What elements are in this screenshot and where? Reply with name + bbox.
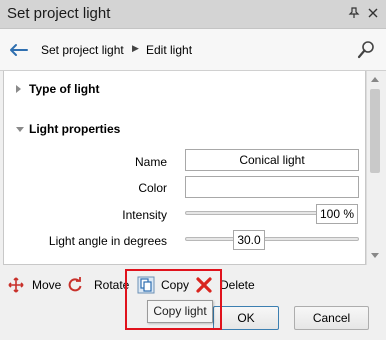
breadcrumb-set-project-light[interactable]: Set project light [41,43,124,57]
scrollbar[interactable] [366,71,383,265]
close-icon[interactable] [366,7,380,21]
color-label: Color [138,181,167,195]
intensity-label: Intensity [122,208,167,222]
move-label: Move [32,278,62,292]
breadcrumb-separator-icon: ▶ [132,43,139,53]
scroll-thumb[interactable] [370,89,380,173]
pin-icon[interactable] [347,7,361,21]
collapse-arrow-icon [16,127,24,132]
move-button[interactable]: Move [6,270,66,300]
expand-arrow-icon [16,85,21,93]
angle-slider[interactable] [185,237,359,241]
properties-panel: Type of light Light properties Name Coni… [3,71,366,265]
rotate-icon [67,277,83,293]
move-arrows-icon [8,277,24,293]
title-bar: Set project light [0,0,386,29]
search-icon[interactable] [356,40,376,60]
scroll-up-icon[interactable] [371,77,379,82]
delete-label: Delete [220,278,255,292]
rotate-button[interactable]: Rotate [66,270,129,300]
back-arrow-icon[interactable] [9,40,29,60]
cancel-button[interactable]: Cancel [294,306,369,330]
window-title: Set project light [7,5,111,22]
ok-button[interactable]: OK [213,306,279,330]
name-label: Name [134,155,167,169]
scroll-down-icon[interactable] [371,253,379,258]
name-field[interactable]: Conical light [185,149,359,171]
angle-value[interactable]: 30.0 [233,230,265,250]
section-title: Type of light [29,82,100,96]
angle-label: Light angle in degrees [48,234,167,248]
section-title: Light properties [29,122,121,136]
copy-tooltip: Copy light [147,300,213,323]
breadcrumb-edit-light: Edit light [146,43,193,57]
navigation-bar: Set project light ▶ Edit light [0,29,386,71]
intensity-slider[interactable] [185,211,321,215]
intensity-value[interactable]: 100 % [316,204,358,224]
color-field[interactable] [185,176,359,198]
